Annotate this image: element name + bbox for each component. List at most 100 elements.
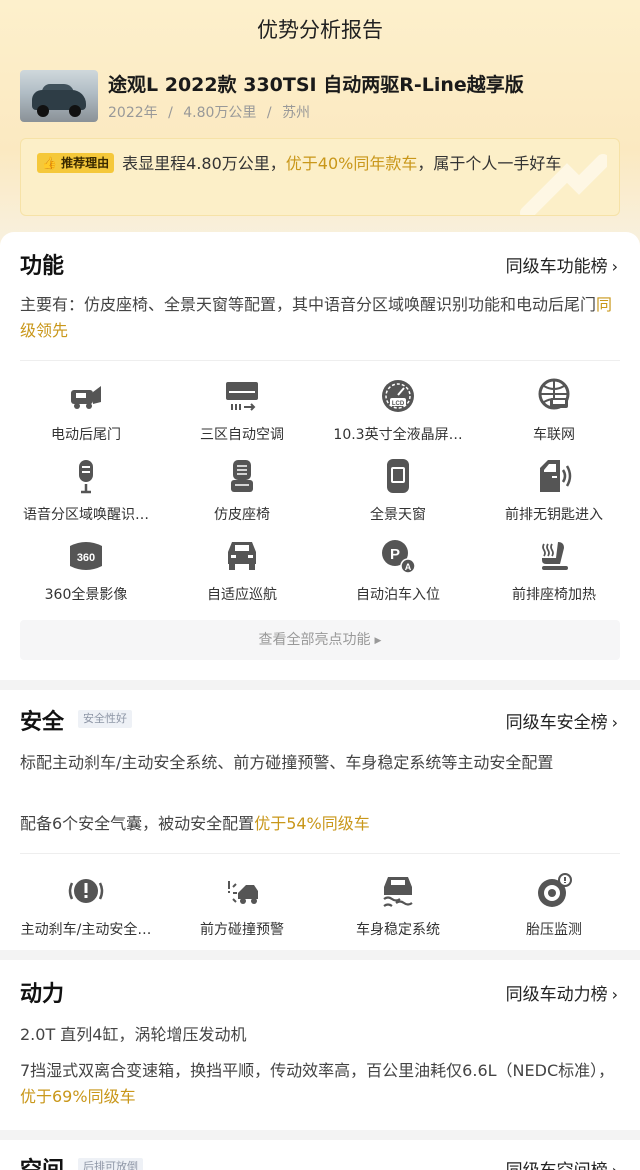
- feature-label: 车联网: [533, 427, 575, 443]
- safety-desc-passive: 配备6个安全气囊，被动安全配置优于54%同级车: [20, 811, 620, 837]
- seat-icon: [231, 460, 253, 492]
- feature-label: 前方碰撞预警: [200, 922, 284, 938]
- thumbs-up-icon: 👍: [42, 156, 57, 170]
- connected-car-icon: [538, 378, 570, 410]
- seat-heating-icon: [542, 542, 568, 570]
- feature-item[interactable]: 三区自动空调: [162, 378, 322, 444]
- feature-item[interactable]: 电动后尾门: [6, 378, 166, 444]
- car-city: 苏州: [282, 105, 311, 121]
- svg-text:LCD: LCD: [392, 401, 405, 407]
- sunroof-icon: [387, 459, 409, 493]
- chevron-right-icon: ›: [611, 257, 618, 276]
- function-rank-link[interactable]: 同级车功能榜 ›: [506, 252, 618, 277]
- page-title: 优势分析报告: [257, 18, 383, 42]
- svg-text:P: P: [390, 546, 400, 563]
- keyless-door-icon: [540, 460, 572, 492]
- car-name: 途观L 2022款 330TSI 自动两驱R-Line越享版: [108, 74, 524, 96]
- feature-item[interactable]: 前方碰撞预警: [162, 873, 322, 939]
- power-rank-label: 同级车动力榜: [505, 985, 608, 1005]
- feature-item[interactable]: 仿皮座椅: [162, 458, 322, 524]
- chevron-right-icon: ›: [611, 713, 618, 732]
- feature-label: 主动刹车/主动安全…: [20, 922, 152, 938]
- feature-label: 胎压监测: [526, 922, 582, 938]
- car-thumbnail: [20, 70, 98, 122]
- reason-text-pre: 表显里程4.80万公里，: [122, 154, 286, 173]
- safety-rank-link[interactable]: 同级车安全榜 ›: [506, 708, 618, 733]
- reason-highlight: 优于40%同年款车: [285, 154, 418, 173]
- feature-label: 电动后尾门: [51, 427, 121, 443]
- feature-label: 前排无钥匙进入: [505, 507, 603, 523]
- feature-item[interactable]: 车身稳定系统: [318, 873, 478, 939]
- lcd-gauge-icon: LCD: [382, 380, 414, 412]
- space-rank-link[interactable]: 同级车空间榜 ›: [506, 1156, 618, 1170]
- feature-item[interactable]: PA 自动泊车入位: [318, 538, 478, 604]
- power-desc-transmission: 7挡湿式双离合变速箱，换挡平顺，传动效率高，百公里油耗仅6.6L（NEDC标准）…: [20, 1058, 620, 1110]
- recommend-badge: 👍 推荐理由: [37, 153, 115, 173]
- view-all-label: 查看全部亮点功能: [258, 632, 371, 648]
- feature-item[interactable]: 自适应巡航: [162, 538, 322, 604]
- divider: [20, 853, 620, 854]
- auto-parking-icon: PA: [382, 540, 416, 574]
- feature-item[interactable]: 360 360全景影像: [6, 538, 166, 604]
- safety-title: 安全: [20, 710, 65, 735]
- power-desc-highlight: 优于69%同级车: [20, 1087, 136, 1106]
- safety-tag: 安全性好: [78, 710, 132, 728]
- stability-icon: [383, 877, 413, 907]
- feature-label: 语音分区域唤醒识…: [23, 507, 149, 523]
- air-conditioner-icon: [226, 382, 258, 411]
- feature-label: 自适应巡航: [207, 587, 277, 603]
- chevron-right-icon: ›: [611, 985, 618, 1004]
- safety-desc-text: 配备6个安全气囊，被动安全配置: [20, 814, 255, 833]
- triangle-right-icon: ▶: [374, 636, 382, 646]
- space-tag: 后排可放倒: [78, 1158, 143, 1170]
- feature-label: 仿皮座椅: [214, 507, 270, 523]
- feature-label: 10.3英寸全液晶屏…: [333, 427, 463, 443]
- space-section: 空间 后排可放倒 同级车空间榜 ›: [0, 1140, 640, 1170]
- safety-desc-highlight: 优于54%同级车: [254, 814, 370, 833]
- svg-text:A: A: [405, 562, 412, 572]
- feature-item[interactable]: 前排无钥匙进入: [474, 458, 634, 524]
- feature-item[interactable]: LCD 10.3英寸全液晶屏…: [318, 378, 478, 444]
- tailgate-icon: [71, 386, 101, 409]
- car-meta: 2022年 / 4.80万公里 / 苏州: [108, 102, 310, 122]
- meta-separator: /: [266, 105, 272, 121]
- camera-360-icon: 360: [70, 542, 102, 570]
- divider: [20, 360, 620, 361]
- power-desc-text: 7挡湿式双离合变速箱，换挡平顺，传动效率高，百公里油耗仅6.6L（NEDC标准）…: [20, 1061, 615, 1080]
- feature-item[interactable]: 前排座椅加热: [474, 538, 634, 604]
- tire-pressure-icon: [538, 873, 572, 907]
- function-title: 功能: [20, 254, 65, 279]
- power-desc-engine: 2.0T 直列4缸，涡轮增压发动机: [20, 1025, 247, 1044]
- header-banner: 优势分析报告 途观L 2022款 330TSI 自动两驱R-Line越享版 20…: [0, 0, 640, 250]
- decorative-arrow-icon: [520, 154, 607, 215]
- power-section: 动力 同级车动力榜 › 2.0T 直列4缸，涡轮增压发动机 7挡湿式双离合变速箱，…: [0, 960, 640, 1130]
- car-year: 2022年: [108, 105, 158, 121]
- view-all-features-button[interactable]: 查看全部亮点功能 ▶: [20, 620, 620, 660]
- svg-text:360: 360: [77, 552, 95, 564]
- function-desc-text: 主要有：仿皮座椅、全景天窗等配置，其中语音分区域唤醒识别功能和电动后尾门: [20, 295, 597, 314]
- safety-section: 安全 安全性好 同级车安全榜 › 标配主动刹车/主动安全系统、前方碰撞预警、车身稳…: [0, 690, 640, 950]
- feature-item[interactable]: 全景天窗: [318, 458, 478, 524]
- chevron-right-icon: ›: [612, 1161, 618, 1170]
- recommend-badge-label: 推荐理由: [61, 156, 110, 170]
- feature-item[interactable]: 车联网: [474, 378, 634, 444]
- function-rank-label: 同级车功能榜: [505, 257, 608, 277]
- feature-label: 前排座椅加热: [512, 587, 596, 603]
- power-rank-link[interactable]: 同级车动力榜 ›: [506, 980, 618, 1005]
- safety-desc-active: 标配主动刹车/主动安全系统、前方碰撞预警、车身稳定系统等主动安全配置: [20, 753, 554, 772]
- power-title: 动力: [20, 982, 65, 1007]
- car-summary[interactable]: 途观L 2022款 330TSI 自动两驱R-Line越享版 2022年 / 4…: [20, 70, 620, 124]
- car-mileage: 4.80万公里: [183, 105, 257, 121]
- space-title: 空间: [20, 1152, 64, 1170]
- microphone-icon: [79, 460, 93, 494]
- brake-warning-icon: [68, 879, 104, 903]
- feature-item[interactable]: 胎压监测: [474, 873, 634, 939]
- feature-label: 车身稳定系统: [356, 922, 440, 938]
- meta-separator: /: [168, 105, 173, 121]
- recommend-reason: 👍 推荐理由 表显里程4.80万公里，优于40%同年款车，属于个人一手好车: [20, 138, 620, 216]
- feature-item[interactable]: 语音分区域唤醒识…: [6, 458, 166, 524]
- function-desc: 主要有：仿皮座椅、全景天窗等配置，其中语音分区域唤醒识别功能和电动后尾门同级领先: [20, 292, 620, 344]
- feature-item[interactable]: 主动刹车/主动安全…: [6, 873, 166, 939]
- feature-label: 360全景影像: [44, 587, 128, 603]
- collision-warning-icon: [228, 881, 258, 904]
